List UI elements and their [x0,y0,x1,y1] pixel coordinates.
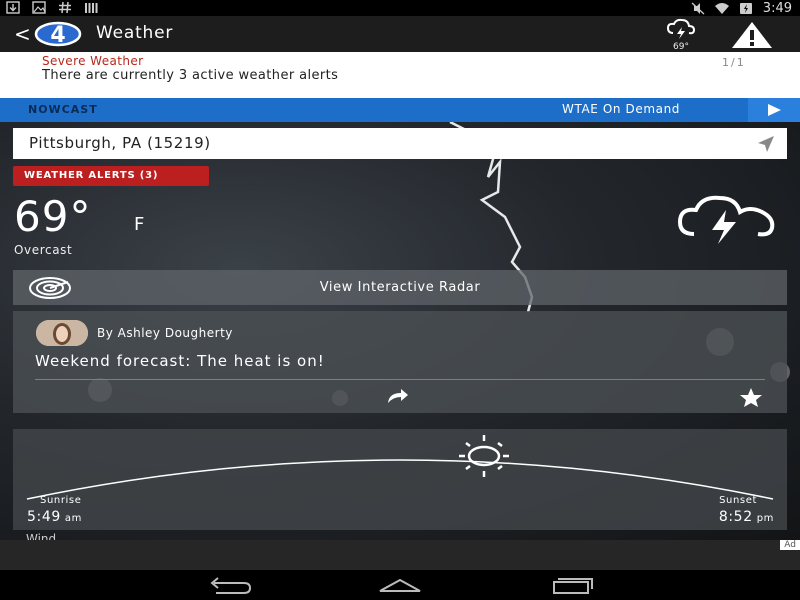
alert-message: There are currently 3 active weather ale… [42,68,339,83]
partial-row-text: Wind [26,532,57,540]
view-radar-button[interactable]: View Interactive Radar [13,270,787,305]
sun-arc [26,435,774,500]
sunrise-time: 5:49 am [27,509,82,525]
sunset-label: Sunset [719,495,757,506]
on-demand-link[interactable]: WTAE On Demand [562,102,680,116]
sunset-time: 8:52 pm [719,509,774,525]
ad-badge: Ad [780,540,800,550]
sunset-time-value: 8:52 [718,509,753,525]
location-field[interactable]: Pittsburgh, PA (15219) [13,128,787,159]
current-condition: Overcast [14,243,73,257]
station-logo-icon: 4 [34,21,82,48]
current-weather-button[interactable]: 69° [656,18,706,52]
station-logo-text: 4 [50,23,65,48]
back-nav-icon[interactable] [206,575,254,595]
back-button[interactable]: < 4 [14,20,83,48]
alert-title: Severe Weather [42,54,144,68]
sunrise-label: Sunrise [40,495,82,506]
sunrise-time-value: 5:49 [27,509,61,525]
current-temperature: 69° [14,192,92,241]
weather-content[interactable]: Pittsburgh, PA (15219) WEATHER ALERTS (3… [0,122,800,540]
author-avatar [36,320,88,346]
story-byline: By Ashley Dougherty [97,326,233,340]
status-time: 3:49 [762,0,792,16]
download-icon [6,1,20,14]
temperature-unit: F [134,214,145,235]
story-card[interactable]: By Ashley Dougherty Weekend forecast: Th… [13,311,787,413]
status-bar: 3:49 [0,0,800,16]
location-arrow-icon[interactable] [757,135,775,153]
warning-triangle-icon [732,22,772,56]
play-button[interactable] [748,98,800,122]
image-icon [32,1,46,14]
alerts-button[interactable] [728,20,776,56]
sunrise-ampm: am [64,513,82,524]
chevron-left-icon: < [14,22,31,46]
wifi-icon [714,2,729,14]
severe-weather-banner[interactable]: Severe Weather There are currently 3 act… [0,52,800,98]
nowcast-label[interactable]: NOWCAST [28,103,98,116]
thunderstorm-small-icon [666,18,696,39]
weather-alerts-chip-label: WEATHER ALERTS (3) [24,170,159,181]
view-radar-label: View Interactive Radar [319,280,481,295]
play-icon [768,104,781,116]
share-icon[interactable] [385,387,411,405]
current-temp-small: 69° [673,42,689,52]
app-bar: < 4 Weather 69° [0,16,800,56]
home-nav-icon[interactable] [376,575,424,595]
location-value: Pittsburgh, PA (15219) [29,134,211,152]
hash-icon [59,1,71,14]
battery-icon [739,2,752,14]
nowcast-bar: NOWCAST WTAE On Demand [0,98,800,122]
sun-icon [459,435,509,477]
recent-apps-nav-icon[interactable] [548,575,596,595]
ad-banner[interactable]: Ad [0,540,800,570]
weather-alerts-chip[interactable]: WEATHER ALERTS (3) [13,166,209,186]
signal-bars-icon [85,3,98,13]
story-divider [35,379,765,380]
sunset-ampm: pm [756,513,774,524]
mute-icon [691,2,705,14]
partial-details-row: Wind [0,532,800,540]
star-icon[interactable] [739,387,763,407]
story-headline[interactable]: Weekend forecast: The heat is on! [35,352,325,370]
app-title: Weather [96,23,174,43]
system-nav-bar [0,570,800,600]
alert-pager: 1/1 [722,56,746,69]
sun-card: Sunrise 5:49 am Sunset 8:52 pm [13,429,787,530]
thunderstorm-icon [677,195,775,244]
